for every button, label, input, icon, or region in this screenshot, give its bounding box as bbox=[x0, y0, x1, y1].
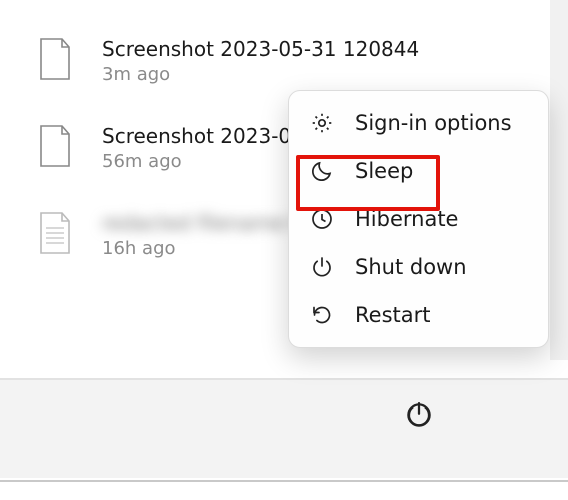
menu-item-sleep[interactable]: Sleep bbox=[295, 147, 542, 195]
menu-item-shutdown[interactable]: Shut down bbox=[295, 243, 542, 291]
menu-item-label: Shut down bbox=[355, 255, 467, 279]
gear-icon bbox=[309, 110, 335, 136]
menu-item-hibernate[interactable]: Hibernate bbox=[295, 195, 542, 243]
file-name: Screenshot 2023-0 bbox=[102, 123, 291, 149]
menu-item-label: Sign-in options bbox=[355, 111, 512, 135]
moon-icon bbox=[309, 158, 335, 184]
power-menu: Sign-in options Sleep Hibernate Shut dow… bbox=[288, 90, 549, 348]
menu-item-signin-options[interactable]: Sign-in options bbox=[295, 99, 542, 147]
clock-icon bbox=[309, 206, 335, 232]
power-button[interactable] bbox=[404, 400, 434, 434]
file-time: 56m ago bbox=[102, 151, 291, 172]
file-time: 3m ago bbox=[102, 64, 419, 85]
menu-item-label: Sleep bbox=[355, 159, 413, 183]
text-file-icon bbox=[36, 210, 74, 254]
menu-item-label: Hibernate bbox=[355, 207, 458, 231]
taskbar-tray bbox=[0, 378, 568, 478]
file-item[interactable]: Screenshot 2023-05-31 120844 3m ago bbox=[0, 28, 568, 93]
menu-item-label: Restart bbox=[355, 303, 430, 327]
file-icon bbox=[36, 36, 74, 80]
file-icon bbox=[36, 123, 74, 167]
menu-item-restart[interactable]: Restart bbox=[295, 291, 542, 339]
cropped-footer-text bbox=[0, 480, 568, 500]
scrollbar-track[interactable] bbox=[550, 0, 568, 360]
file-name: Screenshot 2023-05-31 120844 bbox=[102, 36, 419, 62]
power-icon bbox=[309, 254, 335, 280]
restart-icon bbox=[309, 302, 335, 328]
